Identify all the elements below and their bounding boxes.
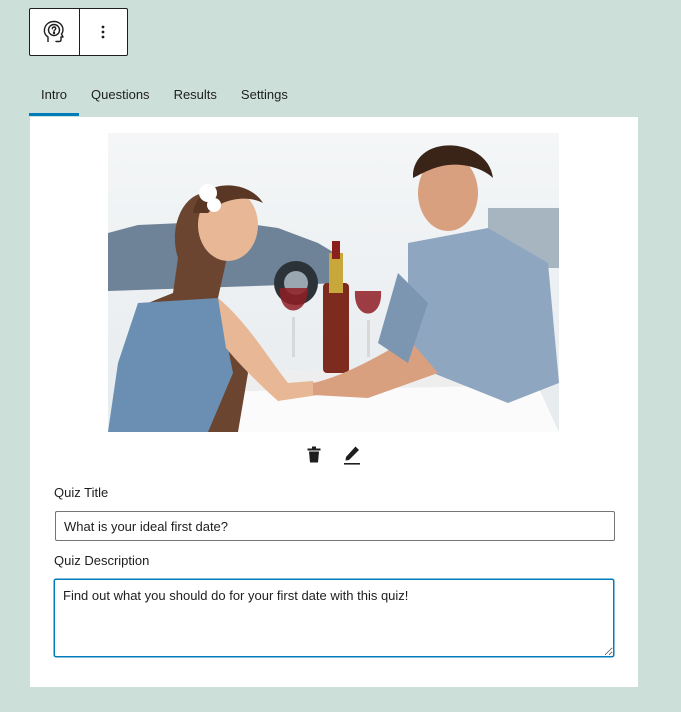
quiz-tabs: Intro Questions Results Settings (29, 72, 300, 117)
edit-image-button[interactable] (342, 445, 362, 470)
more-options-button[interactable] (78, 9, 128, 55)
trash-icon (307, 446, 321, 468)
intro-panel: Quiz Title Quiz Description Find out wha… (30, 117, 638, 687)
block-type-button[interactable] (30, 9, 79, 55)
remove-image-button[interactable] (304, 446, 324, 468)
tab-settings[interactable]: Settings (229, 72, 300, 116)
block-toolbar (29, 8, 128, 56)
quiz-title-input[interactable] (55, 511, 615, 541)
quiz-title-label: Quiz Title (54, 485, 109, 500)
more-vertical-icon (100, 24, 106, 40)
tab-results[interactable]: Results (162, 72, 229, 116)
quiz-description-label: Quiz Description (54, 553, 150, 568)
tab-questions[interactable]: Questions (79, 72, 162, 116)
quiz-intro-image[interactable] (108, 133, 559, 432)
pencil-icon (343, 445, 361, 470)
quiz-head-question-icon (41, 19, 67, 45)
tab-intro[interactable]: Intro (29, 72, 80, 116)
quiz-description-textarea[interactable]: Find out what you should do for your fir… (54, 579, 614, 657)
image-actions (304, 445, 362, 470)
